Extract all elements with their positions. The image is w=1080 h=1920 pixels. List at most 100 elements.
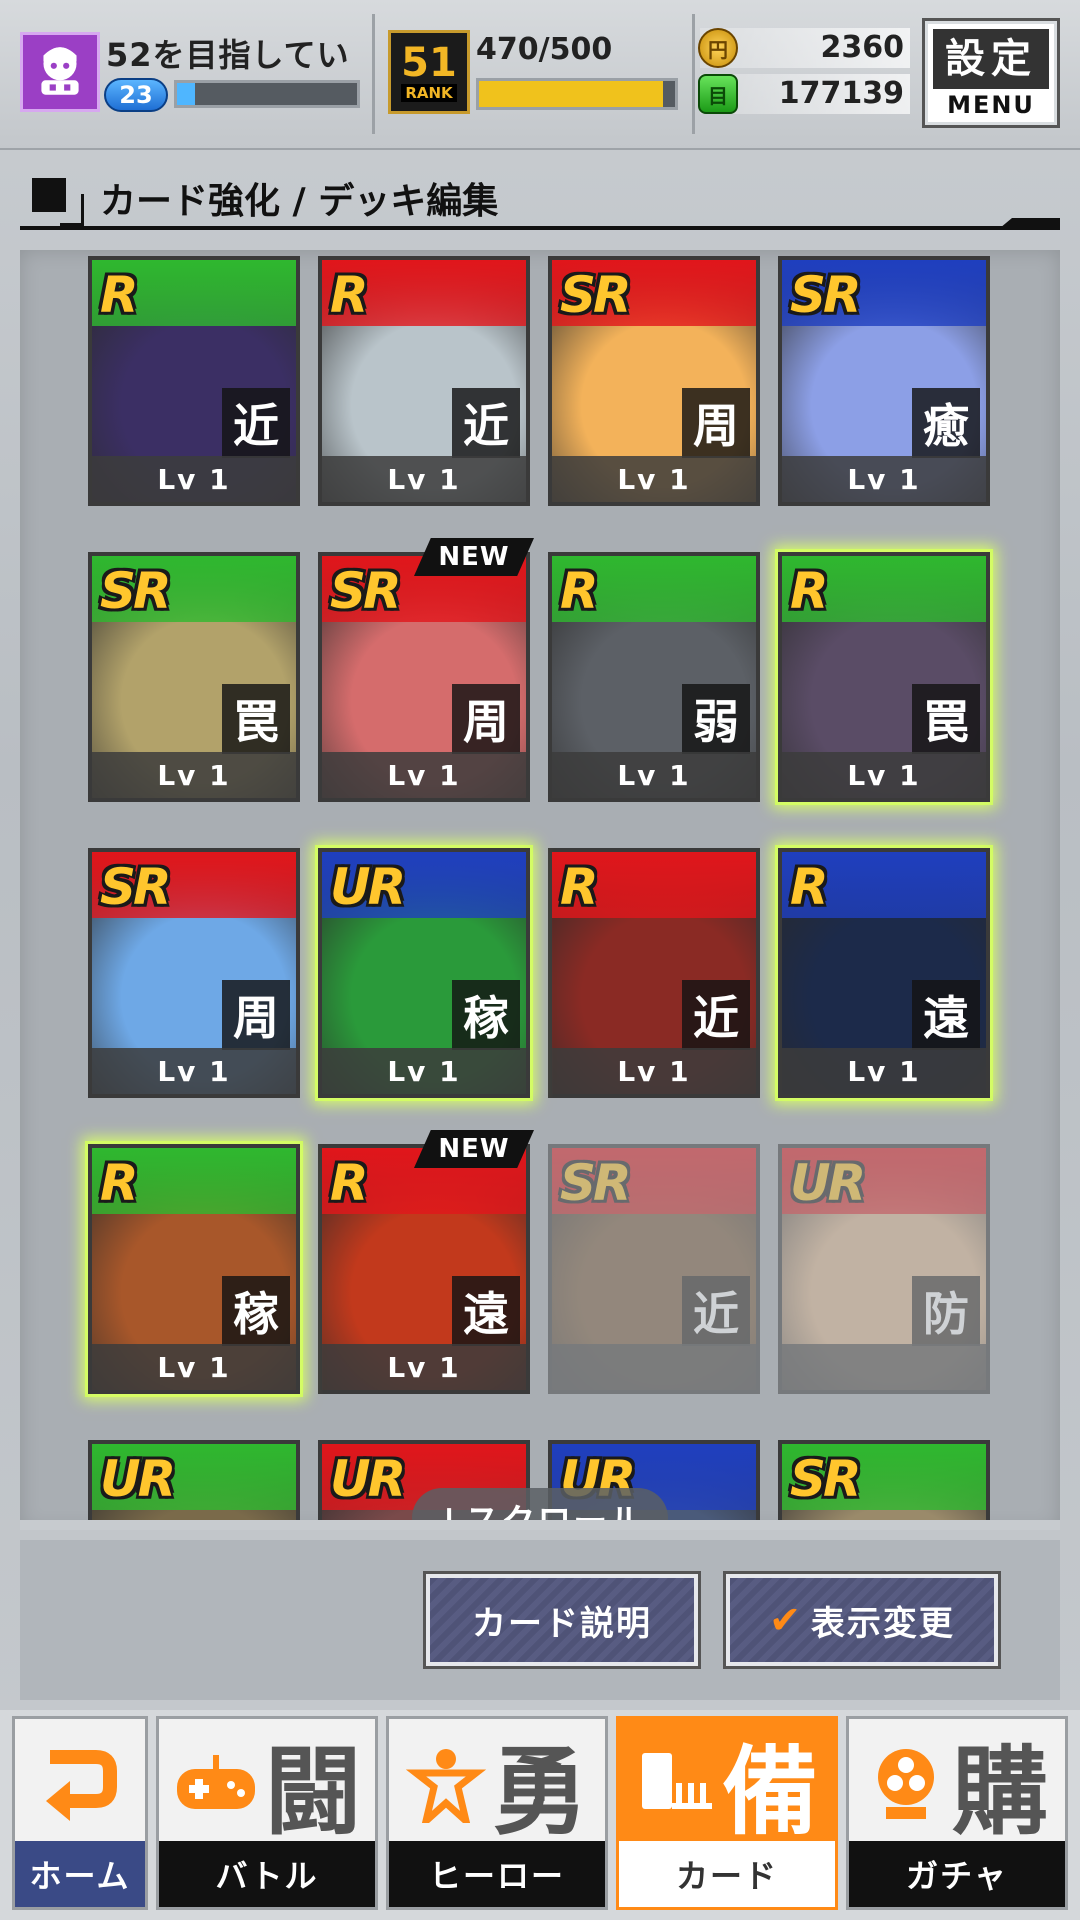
card-type-badge: 罠 [222,684,290,754]
divider [372,14,375,134]
card-info-button[interactable]: カード説明 [423,1571,701,1669]
card-level: Lv 1 [782,1344,986,1390]
gold-coin-icon: 円 [698,28,738,68]
gacha-icon [878,1749,934,1819]
card-type-badge: 近 [452,388,520,458]
new-badge: NEW [414,1130,534,1168]
card-rarity: UR [100,1450,176,1508]
card-rarity: SR [560,1154,631,1212]
card-item[interactable]: R 近 Lv 1 [88,256,300,506]
green-amount: 177139 [778,76,904,111]
card-item[interactable]: SR 周 Lv 1 [88,848,300,1098]
card-item[interactable]: R 近 Lv 1 [318,256,530,506]
card-item[interactable]: UR 稼 Lv 1 [318,848,530,1098]
card-level: Lv 1 [92,456,296,502]
hero-icon [406,1749,486,1823]
card-rarity: SR [560,266,631,324]
card-item[interactable]: R 罠 Lv 1 [778,552,990,802]
nav-hero-glyph: 勇 [389,1727,605,1848]
divider [692,14,695,134]
card-type-badge: 癒 [912,388,980,458]
card-item[interactable]: R 遠 Lv 1 [318,1144,530,1394]
nav-hero-label: ヒーロー [389,1841,605,1907]
card-level: Lv 1 [322,752,526,798]
gold-currency: 円 2360 [698,28,910,68]
card-item[interactable]: UR 防Lv 1 [778,1144,990,1394]
card-rarity: UR [790,1154,866,1212]
card-rarity: R [100,266,138,324]
nav-battle-kanji: 闘 [265,1735,361,1848]
card-item[interactable]: SR 近Lv 1 [548,1144,760,1394]
card-item[interactable]: SR 周 Lv 1 [548,256,760,506]
card-item[interactable]: SR 罠 Lv 1 [88,552,300,802]
card-rarity: SR [330,562,401,620]
card-item[interactable]: R 近 Lv 1 [548,848,760,1098]
status-bar: 52を目指してい 23 51 RANK 470/500 円 2360 目 177… [0,0,1080,150]
new-badge: NEW [414,538,534,576]
nav-home[interactable]: ホーム [12,1716,148,1910]
card-level: Lv 1 [552,456,756,502]
card-level: Lv 1 [322,1048,526,1094]
nav-battle-glyph: 闘 [159,1727,375,1848]
card-item[interactable]: UR [88,1440,300,1530]
green-gem-icon: 目 [698,74,738,114]
player-avatar-icon [41,47,79,95]
card-grid[interactable]: SRURURURUR防Lv 1SR近Lv 1R遠Lv 1R稼Lv 1R遠Lv 1… [20,250,1060,1530]
header-underline [20,226,1060,230]
player-name: 52を目指してい [106,36,350,74]
display-change-button[interactable]: ✔ 表示変更 [723,1571,1001,1669]
player-level-badge: 23 [104,78,168,112]
card-item[interactable]: R 弱 Lv 1 [548,552,760,802]
card-item[interactable]: SR 癒 Lv 1 [778,256,990,506]
page-title: カード強化 / デッキ編集 [100,181,499,222]
card-rarity: R [790,562,828,620]
card-rarity: R [790,858,828,916]
nav-battle-label: バトル [159,1841,375,1907]
card-type-badge: 周 [222,980,290,1050]
nav-card-label: カード [619,1841,835,1907]
nav-gacha-glyph: 購 [849,1727,1065,1848]
nav-gacha[interactable]: 購 ガチャ [846,1716,1068,1910]
exp-bar-fill [177,83,195,105]
rank-number: 51 [401,40,457,86]
stamina-bar-fill [479,81,664,107]
stamina-bar [476,78,678,110]
card-level: Lv 1 [322,456,526,502]
back-arrow-icon [15,1727,145,1839]
card-item[interactable]: SR [778,1440,990,1530]
nav-hero[interactable]: 勇 ヒーロー [386,1716,608,1910]
settings-kanji: 設定 [933,29,1049,89]
nav-card[interactable]: 備 カード [616,1716,838,1910]
rank-badge: 51 RANK [388,30,470,114]
nav-home-label: ホーム [15,1841,145,1907]
card-type-badge: 周 [682,388,750,458]
nav-battle[interactable]: 闘 バトル [156,1716,378,1910]
action-bar: カード説明 ✔ 表示変更 [20,1540,1060,1700]
card-type-badge: 近 [682,980,750,1050]
card-item[interactable]: R 遠 Lv 1 [778,848,990,1098]
card-rarity: R [560,858,598,916]
card-level: Lv 1 [782,752,986,798]
stamina-text: 470/500 [476,32,613,67]
card-rarity: SR [100,562,171,620]
card-item[interactable]: R 稼 Lv 1 [88,1144,300,1394]
card-type-badge: 遠 [452,1276,520,1346]
card-level: Lv 1 [322,1344,526,1390]
card-item[interactable]: SR 周 Lv 1 [318,552,530,802]
card-rarity: SR [790,266,861,324]
card-type-badge: 近 [682,1276,750,1346]
card-icon [642,1753,712,1809]
settings-menu-button[interactable]: 設定 MENU [922,18,1060,128]
player-avatar[interactable] [20,32,100,112]
card-type-badge: 周 [452,684,520,754]
bottom-nav: ホーム 闘 バトル 勇 ヒーロー 備 カード 購 ガチャ [0,1710,1080,1920]
card-type-badge: 稼 [452,980,520,1050]
card-level: Lv 1 [92,752,296,798]
card-type-badge: 弱 [682,684,750,754]
header-underline-accent [1000,218,1060,228]
nav-card-glyph: 備 [619,1727,835,1848]
menu-label: MENU [947,91,1035,119]
card-level: Lv 1 [552,752,756,798]
card-type-badge: 近 [222,388,290,458]
gold-amount: 2360 [820,30,905,65]
